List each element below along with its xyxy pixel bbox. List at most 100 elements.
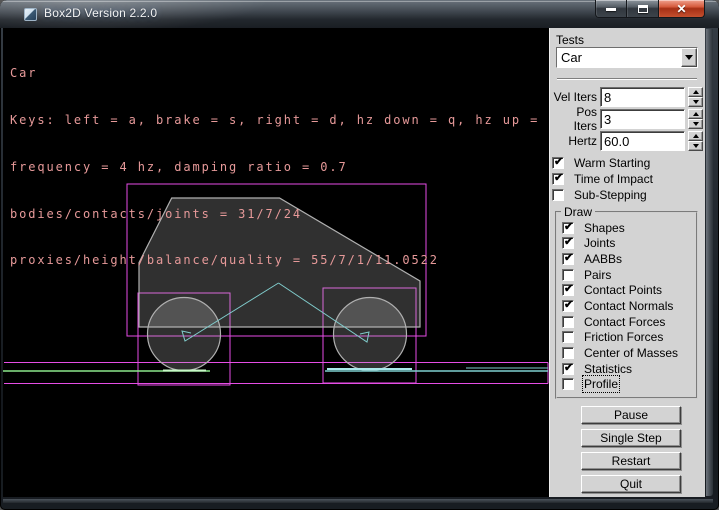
checkbox-box[interactable] bbox=[562, 331, 574, 343]
arrow-down-icon bbox=[693, 100, 699, 104]
caption-buttons: ✕ bbox=[595, 0, 705, 18]
vel-iters-label: Vel Iters bbox=[550, 90, 600, 104]
rear-wheel-shape bbox=[148, 298, 221, 371]
checkbox-label: Contact Points bbox=[584, 283, 662, 297]
checkbox-box[interactable] bbox=[562, 316, 574, 328]
arrow-up-icon bbox=[693, 112, 699, 116]
checkbox-friction-forces[interactable]: Friction Forces bbox=[562, 331, 692, 344]
checkbox-label: Center of Masses bbox=[584, 346, 678, 360]
checkbox-shapes[interactable]: Shapes bbox=[562, 221, 692, 234]
checkbox-contact-normals[interactable]: Contact Normals bbox=[562, 299, 692, 312]
checkbox-warm-starting[interactable]: Warm Starting bbox=[552, 156, 650, 169]
vel-iters-input[interactable]: 8 bbox=[600, 87, 685, 107]
front-wheel-shape bbox=[334, 298, 407, 371]
restart-button[interactable]: Restart bbox=[581, 452, 681, 470]
pos-iters-label: Pos Iters bbox=[550, 105, 600, 133]
draw-group-label: Draw bbox=[561, 205, 595, 219]
hud-line-frequency: frequency = 4 hz, damping ratio = 0.7 bbox=[10, 160, 549, 176]
arrow-up-icon bbox=[693, 90, 699, 94]
checkbox-statistics[interactable]: Statistics bbox=[562, 362, 692, 375]
checkbox-contact-points[interactable]: Contact Points bbox=[562, 284, 692, 297]
checkbox-label: Shapes bbox=[584, 221, 625, 235]
checkbox-box[interactable] bbox=[562, 237, 574, 249]
checkbox-box[interactable] bbox=[562, 222, 574, 234]
checkbox-box[interactable] bbox=[562, 269, 574, 281]
checkbox-label: Contact Normals bbox=[584, 299, 673, 313]
pause-button[interactable]: Pause bbox=[581, 406, 681, 424]
minimize-button[interactable] bbox=[595, 0, 627, 18]
pos-iters-stepper[interactable] bbox=[688, 109, 703, 129]
hertz-input[interactable]: 60.0 bbox=[600, 131, 685, 151]
checkbox-pairs[interactable]: Pairs bbox=[562, 268, 692, 281]
spin-up-button[interactable] bbox=[688, 131, 703, 141]
tests-dropdown[interactable]: Car bbox=[556, 47, 698, 68]
checkbox-joints[interactable]: Joints bbox=[562, 237, 692, 250]
maximize-button[interactable] bbox=[627, 0, 659, 18]
checkbox-label: Pairs bbox=[584, 268, 611, 282]
app-window: Box2D Version 2.2.0 ✕ bbox=[0, 0, 719, 510]
checkbox-label: AABBs bbox=[584, 252, 622, 266]
spin-up-button[interactable] bbox=[688, 109, 703, 119]
checkbox-box[interactable] bbox=[562, 363, 574, 375]
control-sidebar: Tests Car Vel Iters 8 Pos Iters 3 bbox=[549, 28, 705, 497]
checkbox-time-of-impact[interactable]: Time of Impact bbox=[552, 172, 653, 185]
checkbox-label: Friction Forces bbox=[584, 330, 663, 344]
window-title: Box2D Version 2.2.0 bbox=[44, 6, 157, 20]
checkbox-profile[interactable]: Profile bbox=[562, 378, 692, 391]
checkbox-box[interactable] bbox=[552, 157, 564, 169]
checkbox-label: Contact Forces bbox=[584, 315, 665, 329]
simulation-canvas[interactable]: Car Keys: left = a, brake = s, right = d… bbox=[3, 28, 549, 497]
draw-group: Draw Shapes Joints AABBs Pairs bbox=[555, 211, 698, 399]
checkbox-center-of-masses[interactable]: Center of Masses bbox=[562, 347, 692, 360]
arrow-down-icon bbox=[693, 144, 699, 148]
vel-iters-stepper[interactable] bbox=[688, 87, 703, 107]
checkbox-box[interactable] bbox=[562, 284, 574, 296]
draw-group-body: Shapes Joints AABBs Pairs Contact Points bbox=[562, 221, 692, 393]
checkbox-box[interactable] bbox=[562, 378, 574, 390]
hud-line-bodies: bodies/contacts/joints = 31/7/24 bbox=[10, 207, 549, 223]
single-step-button[interactable]: Single Step bbox=[581, 429, 681, 447]
hud-line-proxies: proxies/height/balance/quality = 55/7/1/… bbox=[10, 253, 549, 269]
checkbox-label: Statistics bbox=[584, 362, 632, 376]
checkbox-label: Warm Starting bbox=[574, 156, 650, 170]
checkbox-sub-stepping[interactable]: Sub-Stepping bbox=[552, 188, 647, 201]
pos-iters-input[interactable]: 3 bbox=[600, 109, 685, 129]
button-column: Pause Single Step Restart Quit bbox=[581, 406, 681, 498]
checkbox-label: Time of Impact bbox=[574, 172, 653, 186]
window-frame-right bbox=[706, 29, 713, 496]
close-button[interactable]: ✕ bbox=[659, 0, 705, 18]
hud-line-test-name: Car bbox=[10, 66, 549, 82]
hertz-row: Hertz 60.0 bbox=[550, 131, 703, 151]
tests-dropdown-arrow-button[interactable] bbox=[681, 48, 697, 67]
checkbox-box[interactable] bbox=[552, 173, 564, 185]
spin-down-button[interactable] bbox=[688, 141, 703, 151]
hud-line-keys: Keys: left = a, brake = s, right = d, hz… bbox=[10, 113, 549, 129]
close-icon: ✕ bbox=[676, 3, 686, 15]
checkbox-label: Joints bbox=[584, 236, 615, 250]
app-icon bbox=[24, 8, 37, 21]
chevron-down-icon bbox=[685, 55, 693, 60]
pos-iters-row: Pos Iters 3 bbox=[550, 109, 703, 129]
checkbox-box[interactable] bbox=[552, 189, 564, 201]
checkbox-box[interactable] bbox=[562, 253, 574, 265]
checkbox-contact-forces[interactable]: Contact Forces bbox=[562, 315, 692, 328]
checkbox-label: Sub-Stepping bbox=[574, 188, 647, 202]
ground-aabb-lines bbox=[4, 363, 548, 384]
quit-button[interactable]: Quit bbox=[581, 475, 681, 493]
minimize-icon bbox=[606, 8, 616, 11]
checkbox-aabbs[interactable]: AABBs bbox=[562, 252, 692, 265]
spin-up-button[interactable] bbox=[688, 87, 703, 97]
checkbox-box[interactable] bbox=[562, 300, 574, 312]
vel-iters-row: Vel Iters 8 bbox=[550, 87, 703, 107]
tests-label: Tests bbox=[556, 33, 584, 47]
arrow-down-icon bbox=[693, 122, 699, 126]
hertz-stepper[interactable] bbox=[688, 131, 703, 151]
separator bbox=[557, 78, 697, 80]
tests-dropdown-value[interactable]: Car bbox=[557, 48, 681, 67]
spin-down-button[interactable] bbox=[688, 97, 703, 107]
checkbox-box[interactable] bbox=[562, 347, 574, 359]
checkbox-label: Profile bbox=[584, 377, 618, 391]
spin-down-button[interactable] bbox=[688, 119, 703, 129]
arrow-up-icon bbox=[693, 134, 699, 138]
maximize-icon bbox=[638, 5, 648, 13]
